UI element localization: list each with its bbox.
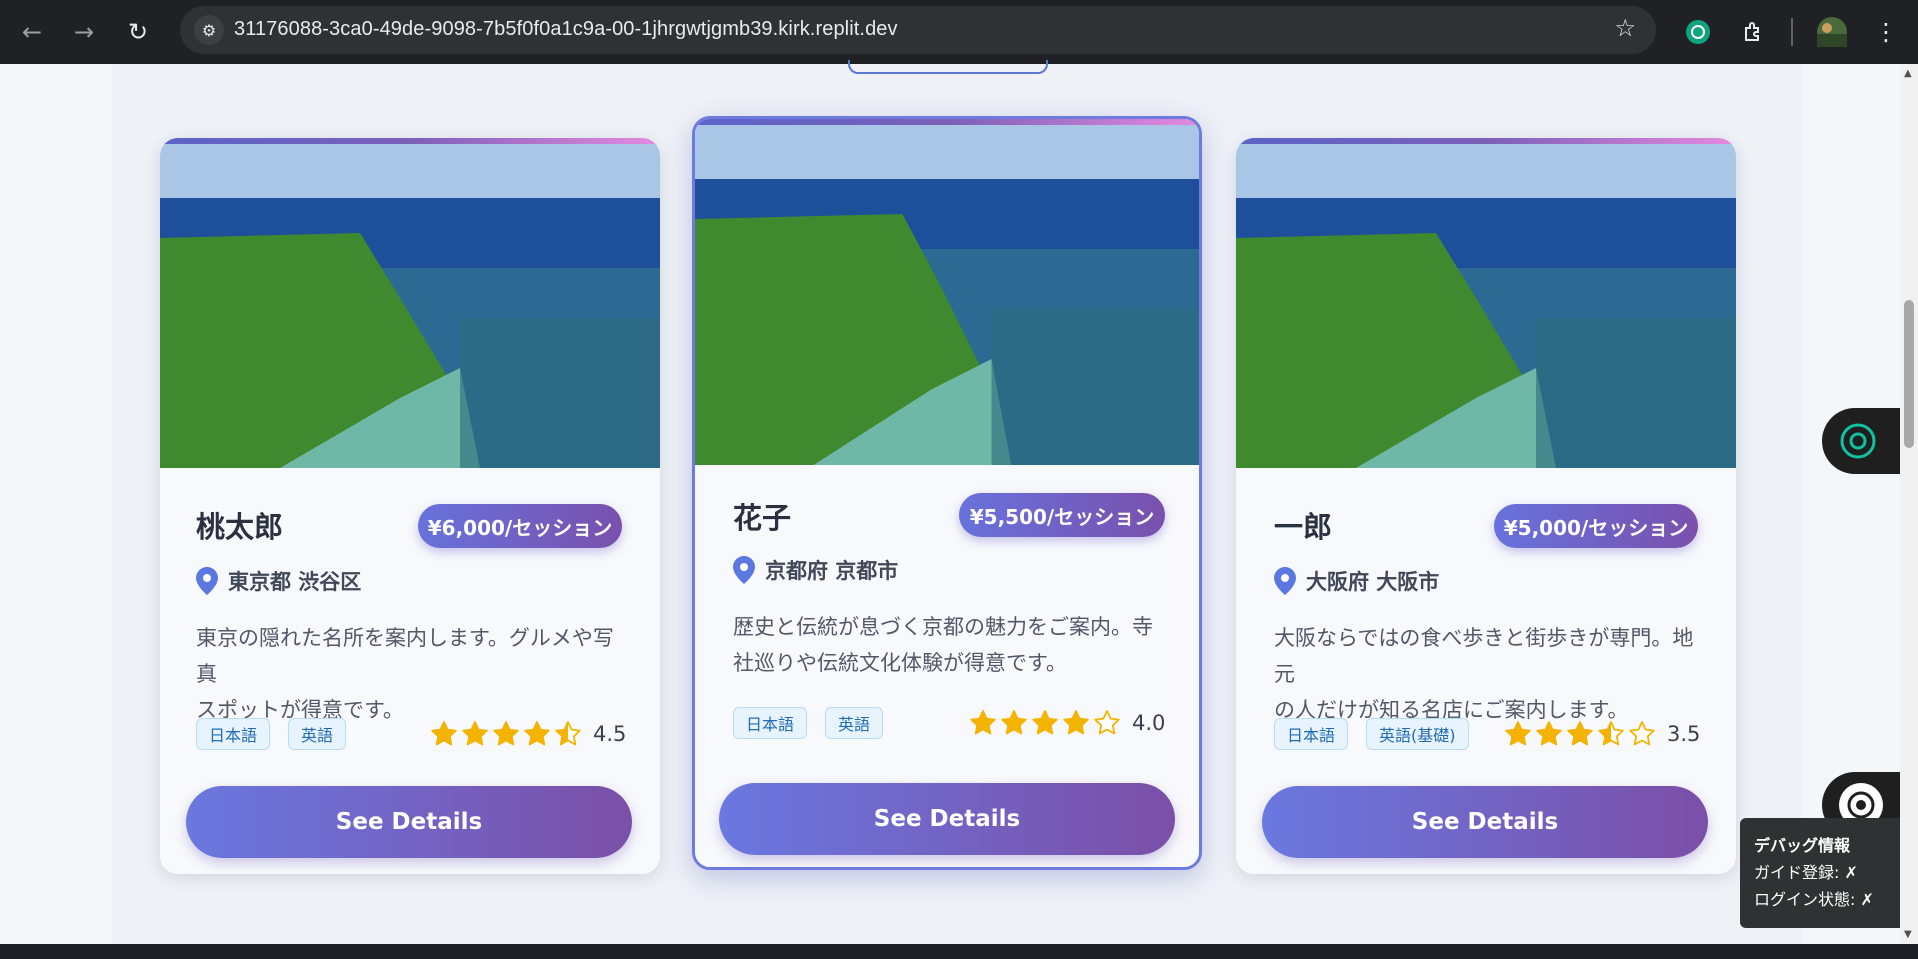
- guide-description: 東京の隠れた名所を案内します。グルメや写真 スポットが得意です。: [196, 620, 626, 728]
- star-half-icon: [555, 721, 581, 746]
- see-details-button[interactable]: See Details: [186, 786, 632, 858]
- language-tag: 日本語: [196, 718, 271, 750]
- star-full-icon: [431, 721, 457, 746]
- location: 東京都 渋谷区: [196, 566, 361, 596]
- chatgpt-extension-icon[interactable]: [1678, 12, 1718, 52]
- price-badge: ¥5,000/セッション: [1494, 504, 1698, 548]
- forward-icon[interactable]: →: [64, 12, 104, 52]
- price-badge: ¥5,500/セッション: [959, 493, 1165, 537]
- address-bar[interactable]: ⚙ 31176088-3ca0-49de-9098-7b5f0f0a1c9a-0…: [180, 6, 1656, 54]
- language-tag: 英語(基礎): [1366, 718, 1469, 750]
- location-text: 東京都 渋谷区: [228, 570, 362, 594]
- star-full-icon: [1063, 710, 1089, 735]
- chatgpt-sidebar-button[interactable]: [1822, 408, 1902, 474]
- guide-card: 桃太郎 ¥6,000/セッション 東京都 渋谷区 東京の隠れた名所を案内します。…: [160, 138, 660, 874]
- debug-guide-registered: ガイド登録: ✗: [1754, 863, 1858, 882]
- language-tag: 日本語: [1274, 718, 1349, 750]
- star-full-icon: [970, 710, 996, 735]
- scroll-down-arrow[interactable]: ▼: [1904, 929, 1912, 940]
- star-full-icon: [1001, 710, 1027, 735]
- partial-button-above[interactable]: [848, 60, 1048, 74]
- star-full-icon: [1505, 721, 1531, 746]
- guide-card: 一郎 ¥5,000/セッション 大阪府 大阪市 大阪ならではの食べ歩きと街歩きが…: [1236, 138, 1736, 874]
- star-full-icon: [524, 721, 550, 746]
- description-line: 歴史と伝統が息づく京都の魅力をご案内。寺: [733, 615, 1153, 639]
- debug-title: デバッグ情報: [1754, 836, 1851, 855]
- debug-login-status: ログイン状態: ✗: [1754, 890, 1874, 909]
- guide-card-featured: 花子 ¥5,500/セッション 京都府 京都市 歴史と伝統が息づく京都の魅力をご…: [692, 116, 1202, 870]
- price-badge: ¥6,000/セッション: [418, 504, 622, 548]
- page-scrollbar[interactable]: ▲ ▼: [1900, 64, 1918, 944]
- card-accent-strip: [1236, 138, 1736, 144]
- star-half-icon: [1598, 721, 1624, 746]
- site-settings-icon[interactable]: ⚙: [194, 15, 224, 45]
- location-pin-icon: [733, 556, 755, 584]
- location-pin-icon: [196, 567, 218, 595]
- guide-photo: [1236, 138, 1736, 468]
- back-icon[interactable]: ←: [12, 12, 52, 52]
- guide-name: 花子: [733, 501, 792, 535]
- star-empty-icon: [1094, 710, 1120, 735]
- location-text: 大阪府 大阪市: [1306, 570, 1440, 594]
- os-taskbar: [0, 944, 1918, 959]
- language-tag: 英語: [288, 718, 347, 750]
- location: 大阪府 大阪市: [1274, 566, 1439, 596]
- location: 京都府 京都市: [733, 555, 898, 585]
- guide-description: 大阪ならではの食べ歩きと街歩きが専門。地元 の人だけが知る名店にご案内します。: [1274, 620, 1714, 728]
- rating-value: 4.0: [1132, 711, 1166, 735]
- bookmark-star-icon[interactable]: ☆: [1614, 14, 1636, 42]
- description-line: 大阪ならではの食べ歩きと街歩きが専門。地元: [1274, 626, 1694, 686]
- language-tag: 日本語: [733, 707, 808, 739]
- debug-panel: デバッグ情報 ガイド登録: ✗ ログイン状態: ✗: [1740, 818, 1912, 928]
- page-viewport: 桃太郎 ¥6,000/セッション 東京都 渋谷区 東京の隠れた名所を案内します。…: [0, 60, 1902, 944]
- description-line: 社巡りや伝統文化体験が得意です。: [733, 651, 1067, 675]
- location-text: 京都府 京都市: [765, 559, 899, 583]
- guide-name: 一郎: [1274, 510, 1333, 544]
- star-full-icon: [1567, 721, 1593, 746]
- description-line: 東京の隠れた名所を案内します。グルメや写真: [196, 626, 614, 686]
- extensions-puzzle-icon[interactable]: [1734, 12, 1774, 52]
- guide-photo: [160, 138, 660, 468]
- see-details-button[interactable]: See Details: [1262, 786, 1708, 858]
- toolbar-divider: [1791, 18, 1793, 46]
- browser-toolbar: ← → ↻ ⚙ 31176088-3ca0-49de-9098-7b5f0f0a…: [0, 0, 1918, 64]
- guide-name: 桃太郎: [196, 510, 284, 544]
- rating-value: 4.5: [593, 722, 627, 746]
- language-tag: 英語: [825, 707, 884, 739]
- star-full-icon: [1032, 710, 1058, 735]
- reload-icon[interactable]: ↻: [118, 12, 158, 52]
- star-rating: 3.5: [1504, 720, 1700, 748]
- star-empty-icon: [1629, 721, 1655, 746]
- star-rating: 4.5: [430, 720, 626, 748]
- star-rating: 4.0: [969, 709, 1165, 737]
- url-text[interactable]: 31176088-3ca0-49de-9098-7b5f0f0a1c9a-00-…: [234, 18, 898, 41]
- star-full-icon: [462, 721, 488, 746]
- scroll-thumb[interactable]: [1904, 300, 1914, 448]
- card-accent-strip: [160, 138, 660, 144]
- star-full-icon: [1536, 721, 1562, 746]
- chatgpt-logo-icon: [1840, 423, 1876, 459]
- see-details-button[interactable]: See Details: [719, 783, 1175, 855]
- location-pin-icon: [1274, 567, 1296, 595]
- guide-photo: [695, 119, 1199, 465]
- scroll-up-arrow[interactable]: ▲: [1904, 68, 1912, 79]
- card-accent-strip: [695, 119, 1199, 125]
- guide-description: 歴史と伝統が息づく京都の魅力をご案内。寺 社巡りや伝統文化体験が得意です。: [733, 609, 1173, 681]
- rating-value: 3.5: [1667, 722, 1701, 746]
- menu-kebab-icon[interactable]: ⋮: [1866, 12, 1906, 52]
- profile-avatar[interactable]: [1812, 12, 1852, 52]
- star-full-icon: [493, 721, 519, 746]
